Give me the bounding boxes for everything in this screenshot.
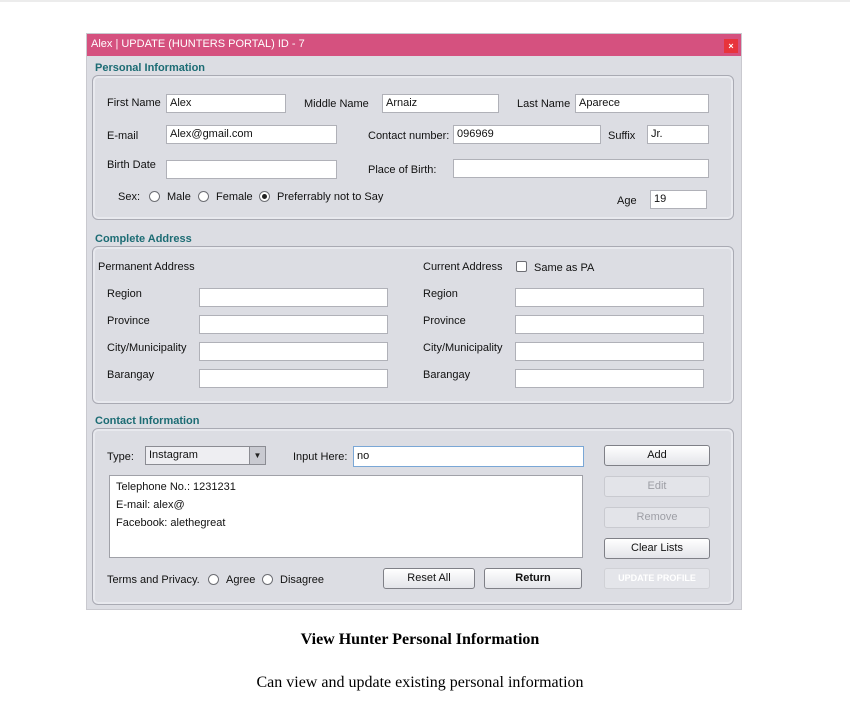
last-name-field[interactable]: Aparece	[575, 94, 709, 113]
contact-input-field[interactable]: no	[353, 446, 584, 467]
age-label: Age	[617, 195, 637, 207]
same-as-pa-checkbox[interactable]	[516, 261, 527, 272]
sex-female-label: Female	[216, 191, 253, 203]
edit-button[interactable]: Edit	[604, 476, 710, 497]
suffix-label: Suffix	[608, 130, 636, 142]
list-item[interactable]: Telephone No.: 1231231	[116, 481, 236, 493]
terms-label: Terms and Privacy.	[107, 574, 200, 586]
age-field[interactable]: 19	[650, 190, 707, 209]
contact-number-label: Contact number:	[368, 130, 450, 142]
disagree-radio[interactable]	[262, 574, 273, 585]
sex-label: Sex:	[118, 191, 141, 203]
window-title: Alex | UPDATE (HUNTERS PORTAL) ID - 7	[91, 38, 305, 50]
reset-all-button[interactable]: Reset All	[383, 568, 475, 589]
permanent-address-label: Permanent Address	[98, 261, 195, 273]
chevron-down-icon[interactable]: ▼	[249, 447, 265, 464]
current-barangay-field[interactable]	[515, 369, 704, 388]
current-province-field[interactable]	[515, 315, 704, 334]
title-bar[interactable]: Alex | UPDATE (HUNTERS PORTAL) ID - 7 ×	[87, 34, 741, 56]
update-profile-button[interactable]: UPDATE PROFILE	[604, 568, 710, 589]
personal-section-title: Personal Information	[95, 62, 206, 74]
current-region-label: Region	[423, 288, 458, 300]
suffix-field[interactable]: Jr.	[647, 125, 709, 144]
current-address-label: Current Address	[423, 261, 503, 273]
birth-date-label: Birth Date	[107, 159, 156, 171]
address-section-title: Complete Address	[95, 233, 192, 245]
remove-button[interactable]: Remove	[604, 507, 710, 528]
sex-prefer-not-radio[interactable]	[259, 191, 270, 202]
first-name-field[interactable]: Alex	[166, 94, 286, 113]
email-label: E-mail	[107, 130, 139, 142]
permanent-region-label: Region	[107, 288, 142, 300]
same-as-pa-label: Same as PA	[534, 262, 595, 274]
middle-name-field[interactable]: Arnaiz	[382, 94, 499, 113]
place-of-birth-field[interactable]	[453, 159, 709, 178]
contact-section-title: Contact Information	[95, 415, 200, 427]
middle-name-label: Middle Name	[304, 98, 369, 110]
input-here-label: Input Here:	[293, 451, 348, 463]
sex-male-radio[interactable]	[149, 191, 160, 202]
page-top-border	[0, 0, 850, 2]
contact-type-value: Instagram	[149, 449, 198, 461]
permanent-province-field[interactable]	[199, 315, 388, 334]
current-city-field[interactable]	[515, 342, 704, 361]
update-window: Alex | UPDATE (HUNTERS PORTAL) ID - 7 × …	[86, 33, 742, 610]
agree-label: Agree	[226, 574, 256, 586]
return-button[interactable]: Return	[484, 568, 582, 589]
first-name-label: First Name	[107, 97, 161, 109]
type-label: Type:	[107, 451, 134, 463]
caption-description: Can view and update existing personal in…	[256, 674, 584, 691]
close-icon[interactable]: ×	[724, 39, 738, 53]
add-button[interactable]: Add	[604, 445, 710, 466]
disagree-label: Disagree	[280, 574, 325, 586]
current-barangay-label: Barangay	[423, 369, 471, 381]
list-item[interactable]: Facebook: alethegreat	[116, 517, 225, 529]
permanent-province-label: Province	[107, 315, 150, 327]
sex-male-label: Male	[167, 191, 191, 203]
permanent-city-label: City/Municipality	[107, 342, 187, 354]
sex-female-radio[interactable]	[198, 191, 209, 202]
list-item[interactable]: E-mail: alex@	[116, 499, 185, 511]
birth-date-field[interactable]	[166, 160, 337, 179]
current-city-label: City/Municipality	[423, 342, 503, 354]
sex-prefer-not-label: Preferrably not to Say	[277, 191, 384, 203]
permanent-barangay-field[interactable]	[199, 369, 388, 388]
clear-lists-button[interactable]: Clear Lists	[604, 538, 710, 559]
contact-list[interactable]: Telephone No.: 1231231 E-mail: alex@ Fac…	[109, 475, 583, 558]
current-region-field[interactable]	[515, 288, 704, 307]
permanent-city-field[interactable]	[199, 342, 388, 361]
place-of-birth-label: Place of Birth:	[368, 164, 437, 176]
permanent-barangay-label: Barangay	[107, 369, 155, 381]
contact-number-field[interactable]: 096969	[453, 125, 601, 144]
current-province-label: Province	[423, 315, 466, 327]
email-field[interactable]: Alex@gmail.com	[166, 125, 337, 144]
caption-title: View Hunter Personal Information	[300, 631, 540, 648]
last-name-label: Last Name	[517, 98, 571, 110]
contact-type-select[interactable]: Instagram ▼	[145, 446, 266, 465]
permanent-region-field[interactable]	[199, 288, 388, 307]
agree-radio[interactable]	[208, 574, 219, 585]
